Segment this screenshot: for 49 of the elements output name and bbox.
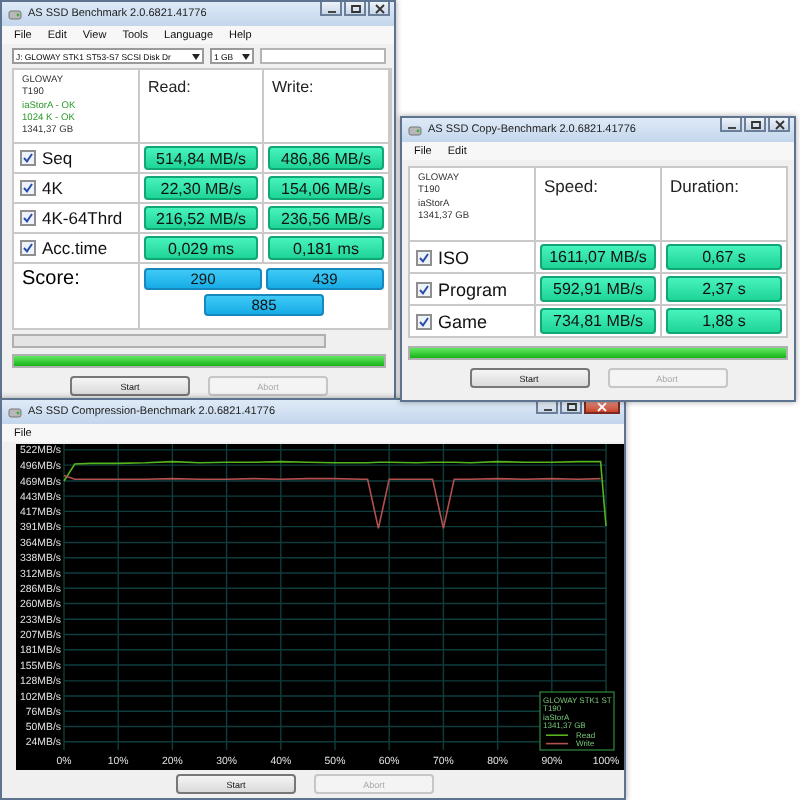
score-label: Score: (22, 268, 80, 290)
test-label: 4K-64Thrd (42, 208, 123, 228)
read-result: 22,30 MB/s (144, 176, 258, 200)
checkbox[interactable] (20, 210, 36, 226)
maximize-button[interactable] (344, 2, 366, 16)
caret-icon (192, 53, 200, 59)
maximize-icon (349, 3, 361, 13)
maximize-icon (749, 119, 761, 129)
speed-result: 734,81 MB/s (540, 308, 656, 334)
caret-icon (242, 53, 250, 59)
write-result: 486,86 MB/s (268, 146, 384, 170)
read-result: 216,52 MB/s (144, 206, 258, 230)
maximize-icon (565, 401, 577, 411)
test-label: 4K (42, 178, 63, 198)
column-header: Write: (272, 78, 314, 96)
input-field[interactable] (260, 48, 386, 64)
checkbox[interactable] (416, 281, 432, 297)
write-result: 154,06 MB/s (268, 176, 384, 200)
read-result: 514,84 MB/s (144, 146, 258, 170)
checkbox[interactable] (416, 249, 432, 265)
close-icon (596, 401, 608, 411)
minimize-button[interactable] (320, 2, 342, 16)
duration-result: 1,88 s (666, 308, 782, 334)
column-header: Duration: (670, 176, 739, 196)
duration-result: 2,37 s (666, 276, 782, 302)
checkbox[interactable] (416, 313, 432, 329)
duration-result: 0,67 s (666, 244, 782, 270)
maximize-button[interactable] (744, 118, 766, 132)
close-button[interactable] (368, 2, 390, 16)
close-button[interactable] (768, 118, 790, 132)
minimize-button[interactable] (720, 118, 742, 132)
checkbox[interactable] (20, 240, 36, 256)
test-label: Acc.time (42, 238, 108, 258)
test-label: Seq (42, 148, 73, 168)
checkbox[interactable] (20, 150, 36, 166)
write-result: 0,181 ms (268, 236, 384, 260)
legend-box (539, 691, 615, 751)
test-label: Game (438, 311, 488, 331)
checkbox[interactable] (20, 180, 36, 196)
write-result: 236,56 MB/s (268, 206, 384, 230)
close-icon (373, 3, 385, 13)
column-header: Read: (148, 78, 191, 96)
column-header: Speed: (544, 176, 598, 196)
speed-result: 1611,07 MB/s (540, 244, 656, 270)
speed-result: 592,91 MB/s (540, 276, 656, 302)
test-label: ISO (438, 247, 470, 267)
read-result: 0,029 ms (144, 236, 258, 260)
close-icon (773, 119, 785, 129)
test-label: Program (438, 279, 508, 299)
